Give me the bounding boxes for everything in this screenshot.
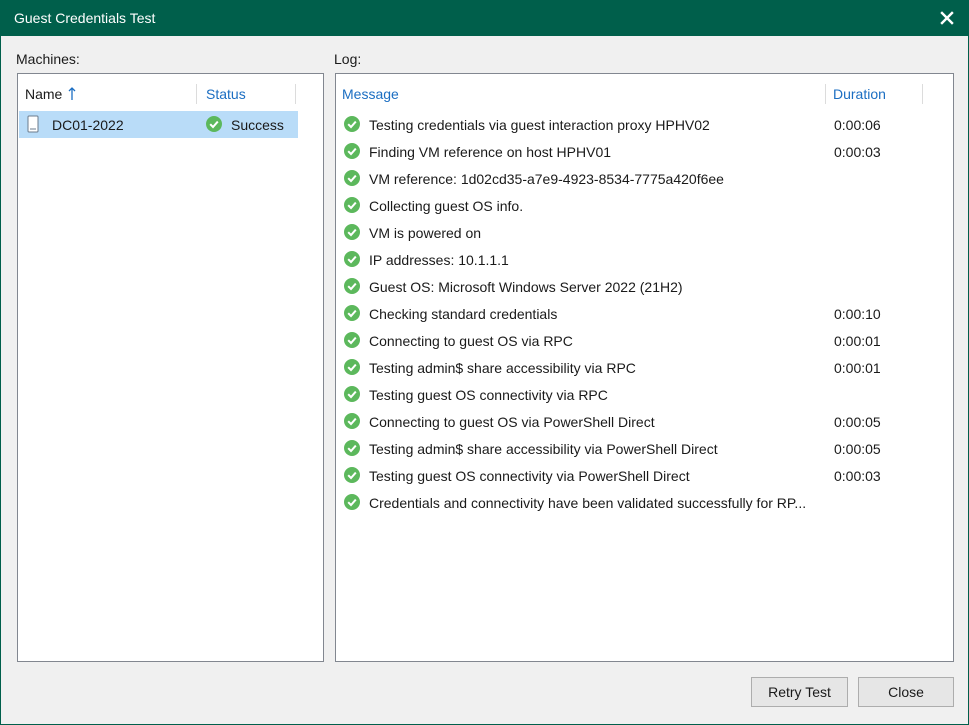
- log-duration: 0:00:10: [834, 305, 881, 322]
- log-duration: 0:00:05: [834, 440, 881, 457]
- check-circle-icon: [344, 278, 360, 294]
- log-row[interactable]: Testing guest OS connectivity via PowerS…: [337, 462, 952, 489]
- log-row[interactable]: Finding VM reference on host HPHV01 0:00:…: [337, 138, 952, 165]
- log-list[interactable]: Message Duration Testing credentials via…: [335, 73, 954, 662]
- column-separator[interactable]: [825, 84, 826, 104]
- log-row[interactable]: Connecting to guest OS via PowerShell Di…: [337, 408, 952, 435]
- log-row[interactable]: Collecting guest OS info.: [337, 192, 952, 219]
- column-separator[interactable]: [922, 84, 923, 104]
- log-duration: 0:00:03: [834, 467, 881, 484]
- log-row[interactable]: VM is powered on: [337, 219, 952, 246]
- check-circle-icon: [344, 116, 360, 132]
- close-window-button[interactable]: [933, 4, 961, 32]
- column-header-message[interactable]: Message: [342, 82, 399, 106]
- check-circle-icon: [344, 143, 360, 159]
- title-bar: Guest Credentials Test: [0, 0, 969, 36]
- column-header-name-label: Name: [25, 86, 63, 102]
- log-message: Testing admin$ share accessibility via R…: [369, 359, 636, 376]
- check-circle-icon: [344, 224, 360, 240]
- log-duration: 0:00:06: [834, 116, 881, 133]
- machine-status: Success: [231, 116, 284, 133]
- log-message: Connecting to guest OS via PowerShell Di…: [369, 413, 655, 430]
- check-circle-icon: [344, 440, 360, 456]
- log-message: Testing credentials via guest interactio…: [369, 116, 710, 133]
- close-button[interactable]: Close: [858, 677, 954, 707]
- log-row[interactable]: Credentials and connectivity have been v…: [337, 489, 952, 516]
- log-duration: 0:00:03: [834, 143, 881, 160]
- machine-row[interactable]: DC01-2022 Success: [19, 111, 298, 138]
- log-message: Checking standard credentials: [369, 305, 558, 322]
- window-title: Guest Credentials Test: [14, 10, 156, 26]
- log-row[interactable]: Testing guest OS connectivity via RPC: [337, 381, 952, 408]
- log-message: Guest OS: Microsoft Windows Server 2022 …: [369, 278, 683, 295]
- column-header-status[interactable]: Status: [206, 82, 246, 106]
- log-row[interactable]: Testing admin$ share accessibility via R…: [337, 354, 952, 381]
- log-label: Log:: [334, 51, 362, 67]
- machines-list[interactable]: Name Status DC01-2022 Success: [17, 73, 324, 662]
- check-circle-icon: [206, 116, 222, 132]
- log-message: Testing guest OS connectivity via RPC: [369, 386, 608, 403]
- server-icon: [27, 115, 39, 133]
- log-row[interactable]: IP addresses: 10.1.1.1: [337, 246, 952, 273]
- log-message: Collecting guest OS info.: [369, 197, 524, 214]
- check-circle-icon: [344, 251, 360, 267]
- check-circle-icon: [344, 197, 360, 213]
- check-circle-icon: [344, 359, 360, 375]
- check-circle-icon: [344, 494, 360, 510]
- log-message: Connecting to guest OS via RPC: [369, 332, 573, 349]
- log-row[interactable]: VM reference: 1d02cd35-a7e9-4923-8534-77…: [337, 165, 952, 192]
- log-row[interactable]: Checking standard credentials 0:00:10: [337, 300, 952, 327]
- check-circle-icon: [344, 467, 360, 483]
- log-message: VM is powered on: [369, 224, 482, 241]
- log-row[interactable]: Testing credentials via guest interactio…: [337, 111, 952, 138]
- check-circle-icon: [344, 332, 360, 348]
- log-message: VM reference: 1d02cd35-a7e9-4923-8534-77…: [369, 170, 724, 187]
- check-circle-icon: [344, 170, 360, 186]
- log-duration: 0:00:01: [834, 332, 881, 349]
- log-row[interactable]: Testing admin$ share accessibility via P…: [337, 435, 952, 462]
- log-message: Credentials and connectivity have been v…: [369, 494, 807, 511]
- log-message: Testing admin$ share accessibility via P…: [369, 440, 718, 457]
- check-circle-icon: [344, 386, 360, 402]
- column-header-duration[interactable]: Duration: [833, 82, 886, 106]
- log-message: Testing guest OS connectivity via PowerS…: [369, 467, 690, 484]
- log-message: IP addresses: 10.1.1.1: [369, 251, 509, 268]
- log-duration: 0:00:05: [834, 413, 881, 430]
- check-circle-icon: [344, 305, 360, 321]
- machines-label: Machines:: [16, 51, 80, 67]
- dialog-body: Machines: Name Status DC01-2022 Success …: [0, 36, 969, 725]
- close-icon: [940, 11, 954, 25]
- log-message: Finding VM reference on host HPHV01: [369, 143, 612, 160]
- machine-name: DC01-2022: [52, 116, 124, 133]
- log-duration: 0:00:01: [834, 359, 881, 376]
- retry-test-button[interactable]: Retry Test: [751, 677, 848, 707]
- column-separator[interactable]: [295, 84, 296, 104]
- column-header-name[interactable]: Name: [25, 82, 76, 106]
- log-row[interactable]: Connecting to guest OS via RPC 0:00:01: [337, 327, 952, 354]
- log-row[interactable]: Guest OS: Microsoft Windows Server 2022 …: [337, 273, 952, 300]
- column-separator[interactable]: [196, 84, 197, 104]
- sort-ascending-icon: [68, 87, 76, 100]
- check-circle-icon: [344, 413, 360, 429]
